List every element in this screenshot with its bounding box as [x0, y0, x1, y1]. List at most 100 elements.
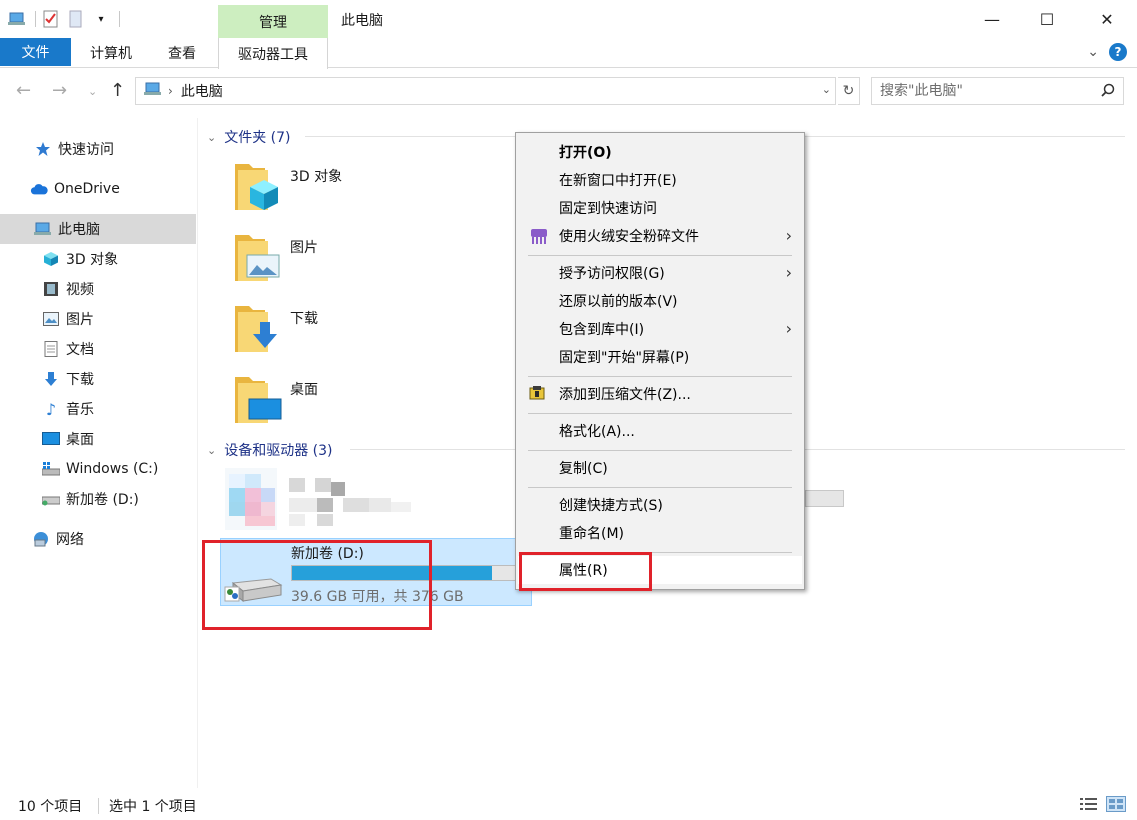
cube-icon	[42, 250, 60, 268]
menu-item-format[interactable]: 格式化(A)...	[518, 417, 802, 445]
chevron-down-icon[interactable]: ⌄	[207, 444, 216, 457]
search-box[interactable]	[871, 77, 1124, 105]
download-icon	[42, 370, 60, 388]
shredder-icon	[529, 227, 547, 245]
desktop-folder-icon	[233, 371, 283, 431]
nav-item-this-pc[interactable]: 此电脑	[0, 214, 196, 244]
manage-tab-group[interactable]: 管理	[218, 5, 328, 38]
title-bar: ▾ 管理 此电脑 — ☐ ✕	[0, 0, 1137, 38]
breadcrumb-this-pc[interactable]: 此电脑	[181, 81, 223, 101]
desktop-icon	[42, 430, 60, 448]
tab-file[interactable]: 文件	[0, 38, 71, 66]
address-bar[interactable]: › 此电脑 ⌄	[135, 77, 836, 105]
menu-item-restore-versions[interactable]: 还原以前的版本(V)	[518, 287, 802, 315]
group-divider	[350, 449, 515, 450]
maximize-button[interactable]: ☐	[1018, 0, 1076, 38]
picture-icon	[42, 310, 60, 328]
nav-item-music[interactable]: ♪ 音乐	[0, 394, 196, 424]
computer-icon	[34, 220, 52, 238]
menu-item-pin-quick-access[interactable]: 固定到快速访问	[518, 194, 802, 222]
folder-desktop[interactable]: 桌面	[233, 371, 493, 433]
nav-item-3d-objects[interactable]: 3D 对象	[0, 244, 196, 274]
minimize-button[interactable]: —	[963, 0, 1021, 38]
search-input[interactable]	[872, 78, 1092, 104]
nav-item-label: 音乐	[66, 402, 94, 418]
status-item-count: 10 个项目	[18, 799, 83, 815]
menu-item-grant-access[interactable]: 授予访问权限(G) ›	[518, 259, 802, 287]
computer-icon	[144, 81, 162, 101]
context-menu: 打开(O) 在新窗口中打开(E) 固定到快速访问 使用火绒安全粉碎文件 › 授予…	[515, 132, 805, 590]
submenu-arrow-icon: ›	[785, 226, 792, 245]
nav-item-label: 图片	[66, 312, 94, 328]
properties-icon[interactable]	[42, 10, 60, 28]
search-icon[interactable]	[1101, 83, 1115, 101]
help-icon[interactable]: ?	[1109, 43, 1127, 61]
new-folder-icon[interactable]	[67, 10, 85, 28]
devices-group-header[interactable]: ⌄ 设备和驱动器 (3)	[207, 440, 333, 460]
film-icon	[42, 280, 60, 298]
refresh-icon: ↻	[842, 83, 855, 99]
folder-label: 桌面	[290, 382, 318, 398]
large-icons-view-icon[interactable]	[1106, 796, 1126, 816]
menu-item-open[interactable]: 打开(O)	[518, 138, 802, 166]
nav-item-documents[interactable]: 文档	[0, 334, 196, 364]
status-selected-count: 选中 1 个项目	[109, 799, 197, 815]
folder-label: 下载	[290, 311, 318, 327]
nav-item-label: 下载	[66, 372, 94, 388]
tab-drive-tools[interactable]: 驱动器工具	[218, 38, 328, 69]
history-dropdown-icon[interactable]: ⌄	[822, 83, 831, 96]
menu-item-copy[interactable]: 复制(C)	[518, 454, 802, 482]
nav-item-label: 网络	[56, 532, 84, 548]
close-button[interactable]: ✕	[1078, 0, 1136, 38]
cloud-icon	[30, 180, 48, 198]
menu-item-pin-start[interactable]: 固定到"开始"屏幕(P)	[518, 343, 802, 371]
nav-item-label: OneDrive	[54, 181, 120, 197]
customize-toolbar-icon[interactable]: ▾	[92, 10, 110, 28]
refresh-button[interactable]: ↻	[838, 77, 860, 105]
folders-group-header[interactable]: ⌄ 文件夹 (7)	[207, 127, 291, 147]
menu-item-rename[interactable]: 重命名(M)	[518, 519, 802, 547]
details-view-icon[interactable]	[1080, 797, 1098, 815]
menu-item-huorong-shred[interactable]: 使用火绒安全粉碎文件 ›	[518, 222, 802, 250]
menu-item-open-new-window[interactable]: 在新窗口中打开(E)	[518, 166, 802, 194]
nav-item-onedrive[interactable]: OneDrive	[0, 174, 196, 204]
nav-item-network[interactable]: 网络	[0, 524, 196, 554]
nav-item-videos[interactable]: 视频	[0, 274, 196, 304]
nav-item-label: 快速访问	[58, 142, 114, 158]
breadcrumb-chevron-icon[interactable]: ›	[168, 84, 173, 98]
folder-label: 图片	[290, 240, 318, 256]
drive-c-tile-pixelated[interactable]	[225, 468, 425, 530]
folder-3d-objects[interactable]: 3D 对象	[233, 158, 493, 220]
menu-item-create-shortcut[interactable]: 创建快捷方式(S)	[518, 491, 802, 519]
folder-pictures[interactable]: 图片	[233, 229, 493, 291]
nav-item-pictures[interactable]: 图片	[0, 304, 196, 334]
nav-item-quick-access[interactable]: 快速访问	[0, 134, 196, 164]
up-arrow-icon[interactable]: ↑	[110, 80, 125, 101]
tab-view[interactable]: 查看	[152, 38, 212, 68]
menu-item-include-library[interactable]: 包含到库中(I) ›	[518, 315, 802, 343]
folders-group-label: 文件夹 (7)	[224, 130, 291, 146]
back-arrow-icon[interactable]: ←	[16, 80, 31, 101]
nav-item-drive-d[interactable]: 新加卷 (D:)	[0, 484, 196, 514]
toolbar-divider	[119, 11, 120, 27]
forward-arrow-icon[interactable]: →	[52, 80, 67, 101]
navigation-pane: 快速访问 OneDrive 此电脑 3D 对象 视频 图片 文档 下载 ♪ 音乐…	[0, 118, 198, 788]
status-divider	[98, 798, 99, 814]
nav-item-desktop[interactable]: 桌面	[0, 424, 196, 454]
menu-separator	[528, 376, 792, 377]
group-divider	[805, 449, 1125, 450]
tab-computer[interactable]: 计算机	[79, 38, 143, 68]
devices-group-label: 设备和驱动器 (3)	[224, 443, 333, 459]
drive-c-usage-bar	[805, 490, 844, 507]
toolbar-divider	[35, 11, 36, 27]
folder-downloads[interactable]: 下载	[233, 300, 493, 362]
nav-item-drive-c[interactable]: Windows (C:)	[0, 454, 196, 484]
menu-separator	[528, 450, 792, 451]
menu-item-add-archive[interactable]: 添加到压缩文件(Z)...	[518, 380, 802, 408]
chevron-down-icon[interactable]: ⌄	[207, 131, 216, 144]
submenu-arrow-icon: ›	[785, 319, 792, 338]
nav-item-label: 此电脑	[58, 222, 100, 238]
chevron-down-icon[interactable]: ⌄	[1087, 44, 1099, 60]
nav-item-downloads[interactable]: 下载	[0, 364, 196, 394]
recent-chevron-icon[interactable]: ⌄	[88, 85, 97, 98]
